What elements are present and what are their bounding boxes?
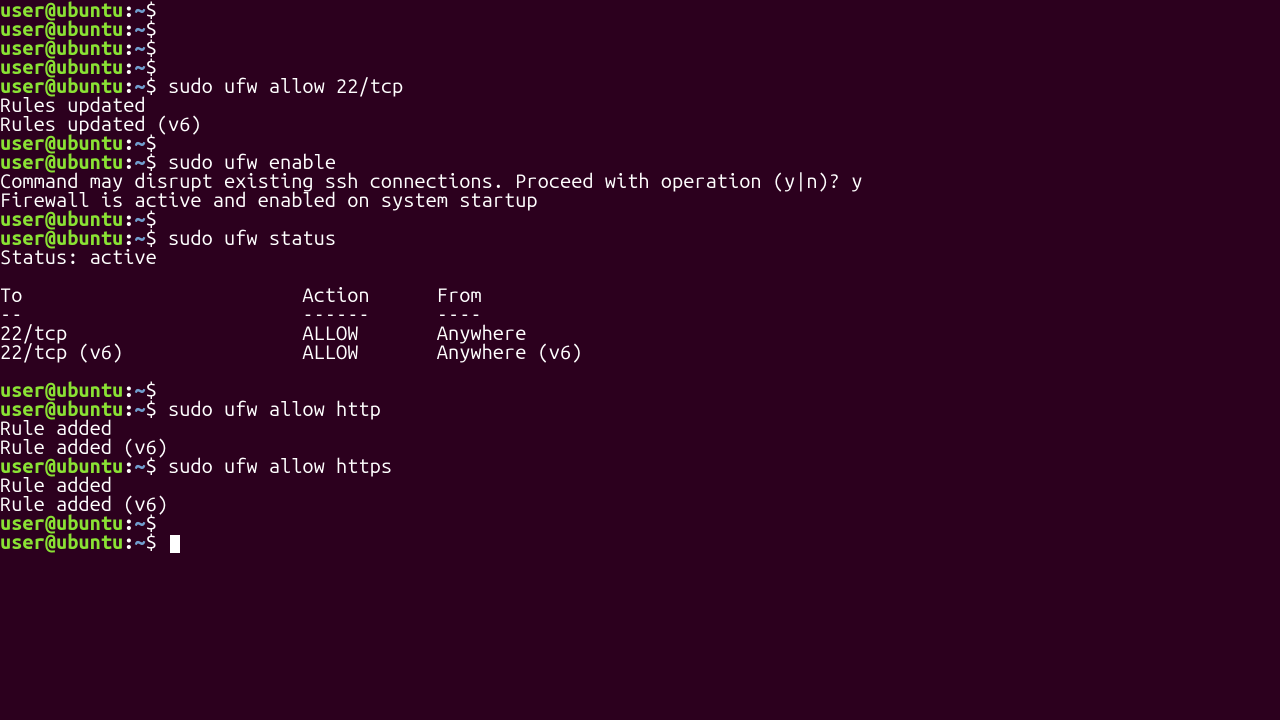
output-line — [0, 361, 1280, 380]
output-line: 22/tcp (v6) ALLOW Anywhere (v6) — [0, 342, 1280, 361]
output-line: Status: active — [0, 247, 1280, 266]
command-text: sudo ufw allow 22/tcp — [168, 74, 403, 97]
prompt-symbol: $ — [146, 74, 168, 97]
prompt-path: ~ — [134, 530, 145, 553]
command-text: sudo ufw allow https — [168, 454, 392, 477]
output-line: Rule added — [0, 475, 1280, 494]
terminal-line: user@ubuntu:~$ — [0, 513, 1280, 532]
prompt-path: ~ — [134, 397, 145, 420]
prompt-host: ubuntu — [56, 530, 123, 553]
output-line: Rule added — [0, 418, 1280, 437]
terminal[interactable]: user@ubuntu:~$ user@ubuntu:~$ user@ubunt… — [0, 0, 1280, 553]
output-line: Rules updated (v6) — [0, 114, 1280, 133]
cursor-block — [170, 535, 180, 553]
terminal-line: user@ubuntu:~$ — [0, 532, 1280, 553]
prompt-symbol: $ — [146, 397, 168, 420]
output-line: Rule added (v6) — [0, 494, 1280, 513]
terminal-line: user@ubuntu:~$ — [0, 38, 1280, 57]
prompt-at: @ — [45, 530, 56, 553]
prompt-colon: : — [123, 530, 134, 553]
prompt-path: ~ — [134, 454, 145, 477]
terminal-line: user@ubuntu:~$ — [0, 19, 1280, 38]
command-text: sudo ufw status — [168, 226, 336, 249]
terminal-line: user@ubuntu:~$ sudo ufw allow 22/tcp — [0, 76, 1280, 95]
command-text: sudo ufw allow http — [168, 397, 381, 420]
output-line: Firewall is active and enabled on system… — [0, 190, 1280, 209]
prompt-symbol: $ — [146, 530, 168, 553]
prompt-colon: : — [123, 454, 134, 477]
terminal-line: user@ubuntu:~$ — [0, 0, 1280, 19]
prompt-symbol: $ — [146, 454, 168, 477]
terminal-line: user@ubuntu:~$ sudo ufw status — [0, 228, 1280, 247]
prompt-user: user — [0, 530, 45, 553]
prompt-colon: : — [123, 397, 134, 420]
terminal-line: user@ubuntu:~$ sudo ufw allow http — [0, 399, 1280, 418]
terminal-line: user@ubuntu:~$ sudo ufw allow https — [0, 456, 1280, 475]
